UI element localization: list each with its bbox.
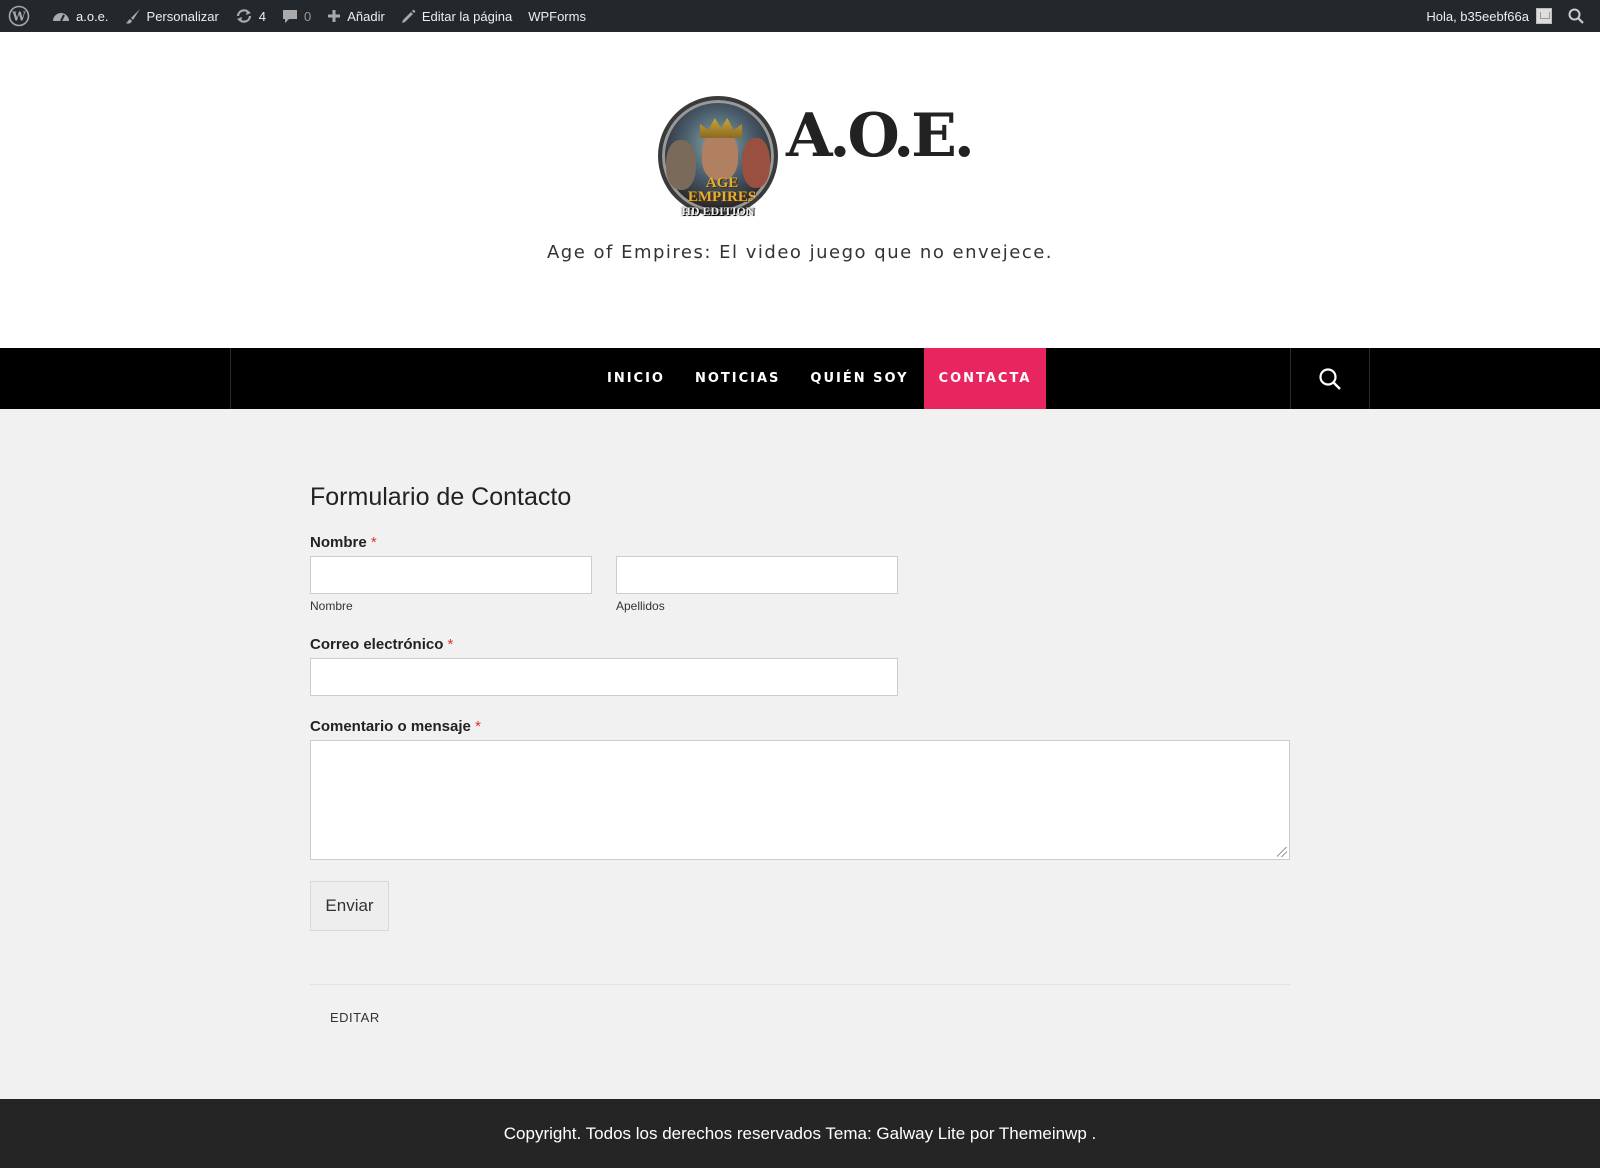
edit-page-link[interactable]: Editar la página — [393, 0, 520, 32]
crown-icon — [700, 118, 742, 138]
last-name-input[interactable] — [616, 556, 898, 594]
avatar — [1536, 8, 1552, 24]
search-icon — [1319, 367, 1341, 390]
nav-item-inicio[interactable]: INICIO — [592, 348, 680, 409]
pencil-icon — [401, 9, 416, 23]
email-input[interactable] — [310, 658, 898, 696]
required-marker: * — [447, 636, 454, 653]
add-new-label: Añadir — [347, 8, 385, 24]
dashboard-icon — [53, 13, 69, 22]
email-field-label: Correo electrónico * — [310, 636, 453, 653]
message-label-text: Comentario o mensaje — [310, 718, 471, 735]
admin-bar: W a.o.e. Personalizar 4 0 Añadir Editar … — [0, 0, 1600, 32]
svg-text:W: W — [11, 10, 26, 24]
site-title[interactable]: A.O.E. — [786, 106, 975, 166]
logo-emblem: AGE EMPIRES — [658, 96, 778, 216]
logo-text-line2: EMPIRES — [687, 189, 757, 205]
site-logo[interactable]: AGE EMPIRES HD EDITION — [658, 96, 778, 221]
search-icon — [1568, 8, 1584, 24]
nav-item-noticias[interactable]: NOTICIAS — [680, 348, 795, 409]
nav-search-button[interactable] — [1290, 348, 1370, 409]
name-label-text: Nombre — [310, 534, 367, 551]
plus-icon — [328, 10, 341, 22]
customize-link[interactable]: Personalizar — [117, 0, 227, 32]
wordpress-icon: W — [8, 5, 30, 27]
wordpress-logo-button[interactable]: W — [0, 0, 44, 32]
nav-item-contacta[interactable]: CONTACTA — [923, 348, 1047, 409]
content-divider — [310, 984, 1290, 985]
comments-link[interactable]: 0 — [274, 0, 319, 32]
nav-divider — [230, 348, 231, 409]
name-field-label: Nombre * — [310, 534, 377, 551]
required-marker: * — [475, 718, 481, 735]
submit-button[interactable]: Enviar — [310, 881, 389, 931]
greeting-label: Hola, b35eebf66a — [1426, 8, 1529, 24]
logo-text: AGE EMPIRES — [684, 175, 760, 205]
logo-subtitle: HD EDITION — [681, 204, 755, 218]
logo-text-line1: AGE — [705, 175, 739, 191]
edit-page-label: Editar la página — [421, 8, 513, 24]
message-textarea[interactable] — [310, 740, 1290, 860]
last-name-sublabel: Apellidos — [616, 599, 665, 613]
wpforms-link[interactable]: WPForms — [520, 0, 594, 32]
site-tagline: Age of Empires: El video juego que no en… — [546, 242, 1054, 263]
required-marker: * — [370, 534, 377, 551]
site-name-label: a.o.e. — [76, 8, 109, 24]
first-name-sublabel: Nombre — [310, 599, 353, 613]
customize-label: Personalizar — [146, 8, 219, 24]
nav-item-quien-soy[interactable]: QUIÉN SOY — [795, 348, 923, 409]
form-title: Formulario de Contacto — [310, 483, 572, 511]
updates-link[interactable]: 4 — [227, 0, 274, 32]
site-header: AGE EMPIRES HD EDITION A.O.E. Age of Emp… — [0, 32, 1600, 348]
comments-count: 0 — [304, 8, 312, 24]
branding: AGE EMPIRES HD EDITION A.O.E. — [658, 96, 975, 221]
account-menu[interactable]: Hola, b35eebf66a — [1418, 0, 1560, 32]
first-name-input[interactable] — [310, 556, 592, 594]
email-label-text: Correo electrónico — [310, 636, 444, 653]
message-field-label: Comentario o mensaje * — [310, 718, 481, 735]
footer-copyright: Copyright. Todos los derechos reservados… — [503, 1123, 1097, 1143]
paintbrush-icon — [125, 9, 140, 24]
main-navigation: INICIO NOTICIAS QUIÉN SOY CONTACTA — [0, 348, 1600, 409]
edit-page-link[interactable]: EDITAR — [330, 1010, 380, 1025]
admin-search-button[interactable] — [1560, 0, 1600, 32]
updates-icon — [236, 9, 251, 23]
updates-count: 4 — [258, 8, 267, 24]
add-new-link[interactable]: Añadir — [319, 0, 393, 32]
comment-icon — [283, 10, 298, 23]
site-name-link[interactable]: a.o.e. — [44, 0, 117, 32]
resize-handle[interactable] — [1277, 847, 1287, 857]
nav-menu: INICIO NOTICIAS QUIÉN SOY CONTACTA — [592, 348, 1047, 409]
site-footer: Copyright. Todos los derechos reservados… — [0, 1099, 1600, 1168]
wpforms-label: WPForms — [528, 8, 586, 24]
